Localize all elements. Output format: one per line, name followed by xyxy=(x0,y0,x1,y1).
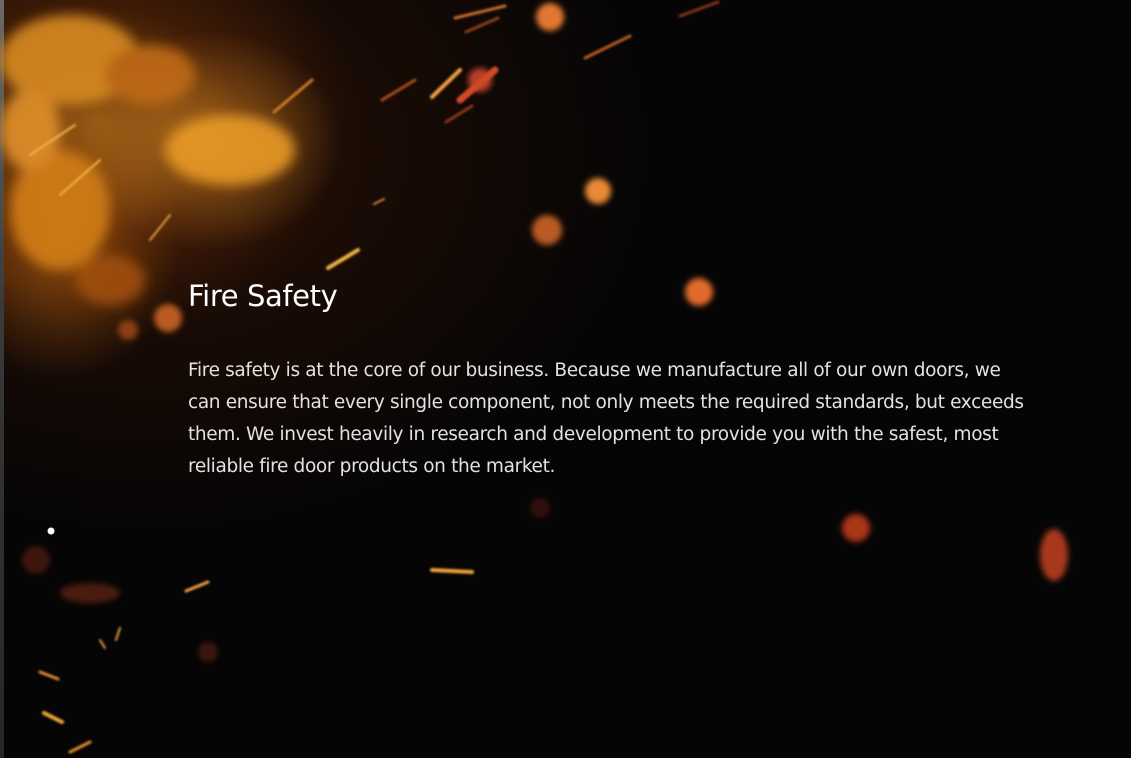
fire-safety-section: Fire Safety Fire safety is at the core o… xyxy=(188,276,1038,483)
section-body-text: Fire safety is at the core of our busine… xyxy=(188,360,1024,477)
section-title: Fire Safety xyxy=(188,279,338,313)
spark-dot xyxy=(47,527,55,535)
fire-safety-hero: Fire Safety Fire safety is at the core o… xyxy=(0,0,1131,758)
